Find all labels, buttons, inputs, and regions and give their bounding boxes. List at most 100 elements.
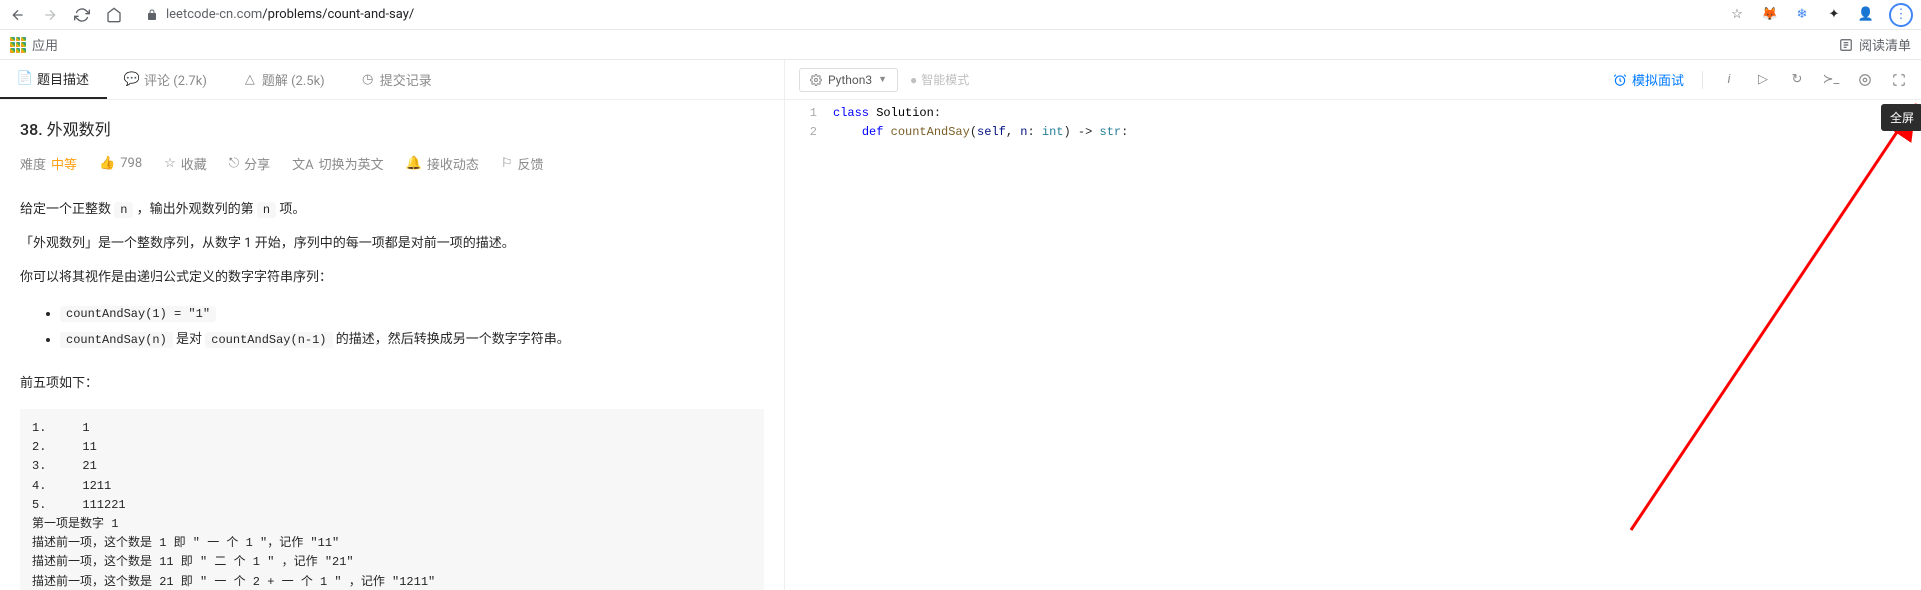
left-panel: 📄 题目描述 💬 评论 (2.7k) △ 题解 (2.5k) ◷ 提交记录 38… xyxy=(0,60,785,590)
url-bar[interactable]: leetcode-cn.com/problems/count-and-say/ xyxy=(136,7,1715,22)
apps-shortcut[interactable]: 应用 xyxy=(10,35,58,54)
code-n: n xyxy=(114,202,133,218)
code-line: class Solution: xyxy=(833,104,1921,123)
feedback-button[interactable]: ⚐ 反馈 xyxy=(501,154,544,173)
line-gutter: 1 2 xyxy=(785,100,825,590)
tab-submissions[interactable]: ◷ 提交记录 xyxy=(343,60,450,99)
url-path: /problems/count-and-say/ xyxy=(262,7,414,22)
difficulty-value: 中等 xyxy=(51,154,77,173)
share-label: 分享 xyxy=(244,154,270,173)
notify-button[interactable]: 🔔 接收动态 xyxy=(406,154,479,173)
browser-toolbar: leetcode-cn.com/problems/count-and-say/ … xyxy=(0,0,1921,30)
right-panel: Python3 ▼ ● 智能模式 模拟面试 i ▷ ↻ ≻_ xyxy=(785,60,1921,590)
submissions-icon: ◷ xyxy=(361,73,375,87)
tab-label: 评论 (2.7k) xyxy=(144,70,207,89)
share-button[interactable]: ⎋ 分享 xyxy=(229,154,270,173)
desc-line-2: 「外观数列」是一个整数序列，从数字 1 开始，序列中的每一项都是对前一项的描述。 xyxy=(20,231,764,257)
editor-toolbar: Python3 ▼ ● 智能模式 模拟面试 i ▷ ↻ ≻_ xyxy=(785,60,1921,100)
gear-icon xyxy=(810,74,822,86)
code-block-example: 1. 1 2. 11 3. 21 4. 1211 5. 111221 第一项是数… xyxy=(20,409,764,590)
thumbs-up-icon: 👍 xyxy=(99,156,115,171)
language-select[interactable]: Python3 ▼ xyxy=(799,68,898,92)
likes-count: 798 xyxy=(120,156,142,171)
toolbar-right: 模拟面试 i ▷ ↻ ≻_ xyxy=(1613,70,1907,89)
problem-title: 38. 外观数列 xyxy=(20,116,764,140)
tab-comments[interactable]: 💬 评论 (2.7k) xyxy=(107,60,225,99)
apps-label: 应用 xyxy=(32,35,58,54)
back-button[interactable] xyxy=(8,5,28,25)
forward-button[interactable] xyxy=(40,5,60,25)
switch-lang-label: 切换为英文 xyxy=(319,154,384,173)
flag-icon: ⚐ xyxy=(501,156,513,171)
line-number: 1 xyxy=(785,104,817,123)
star-icon: ☆ xyxy=(164,156,176,171)
code-n: n xyxy=(257,202,276,218)
problem-content: 38. 外观数列 难度 中等 👍 798 ☆ 收藏 ⎋ 分享 xyxy=(0,100,784,590)
first-five-label: 前五项如下： xyxy=(20,371,764,397)
chevron-down-icon: ▼ xyxy=(878,74,887,85)
puzzle-icon[interactable]: ✦ xyxy=(1825,6,1843,24)
interview-label: 模拟面试 xyxy=(1632,70,1684,89)
feedback-label: 反馈 xyxy=(517,154,543,173)
fullscreen-tooltip: 全屏 xyxy=(1881,104,1921,131)
line-number: 2 xyxy=(785,123,817,142)
solutions-icon: △ xyxy=(243,73,257,87)
code-editor[interactable]: 1 2 class Solution: def countAndSay(self… xyxy=(785,100,1921,590)
meta-row: 难度 中等 👍 798 ☆ 收藏 ⎋ 分享 文A 切换为英文 xyxy=(20,154,764,173)
bullet-list: countAndSay(1) = "1" countAndSay(n) 是对 c… xyxy=(20,301,764,353)
likes-button[interactable]: 👍 798 xyxy=(99,156,142,171)
description-icon: 📄 xyxy=(18,72,32,86)
smart-mode-label: 智能模式 xyxy=(921,71,969,88)
difficulty-label: 难度 xyxy=(20,154,46,173)
reading-list-label: 阅读清单 xyxy=(1859,35,1911,54)
mock-interview-button[interactable]: 模拟面试 xyxy=(1613,70,1684,89)
fullscreen-button[interactable] xyxy=(1891,72,1907,88)
clock-icon xyxy=(1613,73,1627,87)
reload-button[interactable] xyxy=(72,5,92,25)
main-layout: 📄 题目描述 💬 评论 (2.7k) △ 题解 (2.5k) ◷ 提交记录 38… xyxy=(0,60,1921,590)
code-line: def countAndSay(self, n: int) -> str: xyxy=(833,123,1921,142)
favorite-button[interactable]: ☆ 收藏 xyxy=(164,154,207,173)
bell-icon: 🔔 xyxy=(406,156,422,171)
apps-icon xyxy=(10,37,26,53)
share-icon: ⎋ xyxy=(229,156,239,171)
list-item: countAndSay(n) 是对 countAndSay(n-1) 的描述，然… xyxy=(60,327,764,353)
tab-label: 提交记录 xyxy=(380,70,432,89)
desc-line-1: 给定一个正整数 n ，输出外观数列的第 n 项。 xyxy=(20,197,764,223)
tab-solutions[interactable]: △ 题解 (2.5k) xyxy=(225,60,343,99)
code-area[interactable]: class Solution: def countAndSay(self, n:… xyxy=(825,100,1921,590)
list-item: countAndSay(1) = "1" xyxy=(60,301,764,327)
tabs: 📄 题目描述 💬 评论 (2.7k) △ 题解 (2.5k) ◷ 提交记录 xyxy=(0,60,784,100)
reading-list[interactable]: 阅读清单 xyxy=(1839,35,1911,54)
smart-mode[interactable]: ● 智能模式 xyxy=(910,71,969,88)
info-button[interactable]: i xyxy=(1721,72,1737,88)
tab-label: 题解 (2.5k) xyxy=(262,70,325,89)
desc-line-3: 你可以将其视作是由递归公式定义的数字字符串序列： xyxy=(20,265,764,291)
list-icon xyxy=(1839,38,1853,52)
extension-firefox-icon[interactable]: 🦊 xyxy=(1761,6,1779,24)
home-button[interactable] xyxy=(104,5,124,25)
console-button[interactable]: ≻_ xyxy=(1823,72,1839,88)
toolbar-right: ☆ 🦊 ❄ ✦ 👤 ⋮ xyxy=(1727,3,1913,27)
favorite-label: 收藏 xyxy=(181,154,207,173)
tab-label: 题目描述 xyxy=(37,69,89,88)
bookmark-bar: 应用 阅读清单 xyxy=(0,30,1921,60)
extension-icon-2[interactable]: ❄ xyxy=(1793,6,1811,24)
difficulty: 难度 中等 xyxy=(20,154,77,173)
comments-icon: 💬 xyxy=(125,73,139,87)
url-host: leetcode-cn.com xyxy=(166,7,262,22)
divider xyxy=(1702,71,1703,89)
globe-icon: 文A xyxy=(292,154,313,173)
profile-icon[interactable]: 👤 xyxy=(1857,6,1875,24)
toolbar-left: Python3 ▼ ● 智能模式 xyxy=(799,68,969,92)
dot-icon: ● xyxy=(910,73,917,87)
settings-button[interactable] xyxy=(1857,72,1873,88)
run-button[interactable]: ▷ xyxy=(1755,72,1771,88)
menu-button[interactable]: ⋮ xyxy=(1889,3,1913,27)
switch-language-button[interactable]: 文A 切换为英文 xyxy=(292,154,384,173)
reset-button[interactable]: ↻ xyxy=(1789,72,1805,88)
tab-description[interactable]: 📄 题目描述 xyxy=(0,60,107,99)
language-label: Python3 xyxy=(828,73,872,87)
notify-label: 接收动态 xyxy=(427,154,479,173)
star-icon[interactable]: ☆ xyxy=(1727,5,1747,25)
